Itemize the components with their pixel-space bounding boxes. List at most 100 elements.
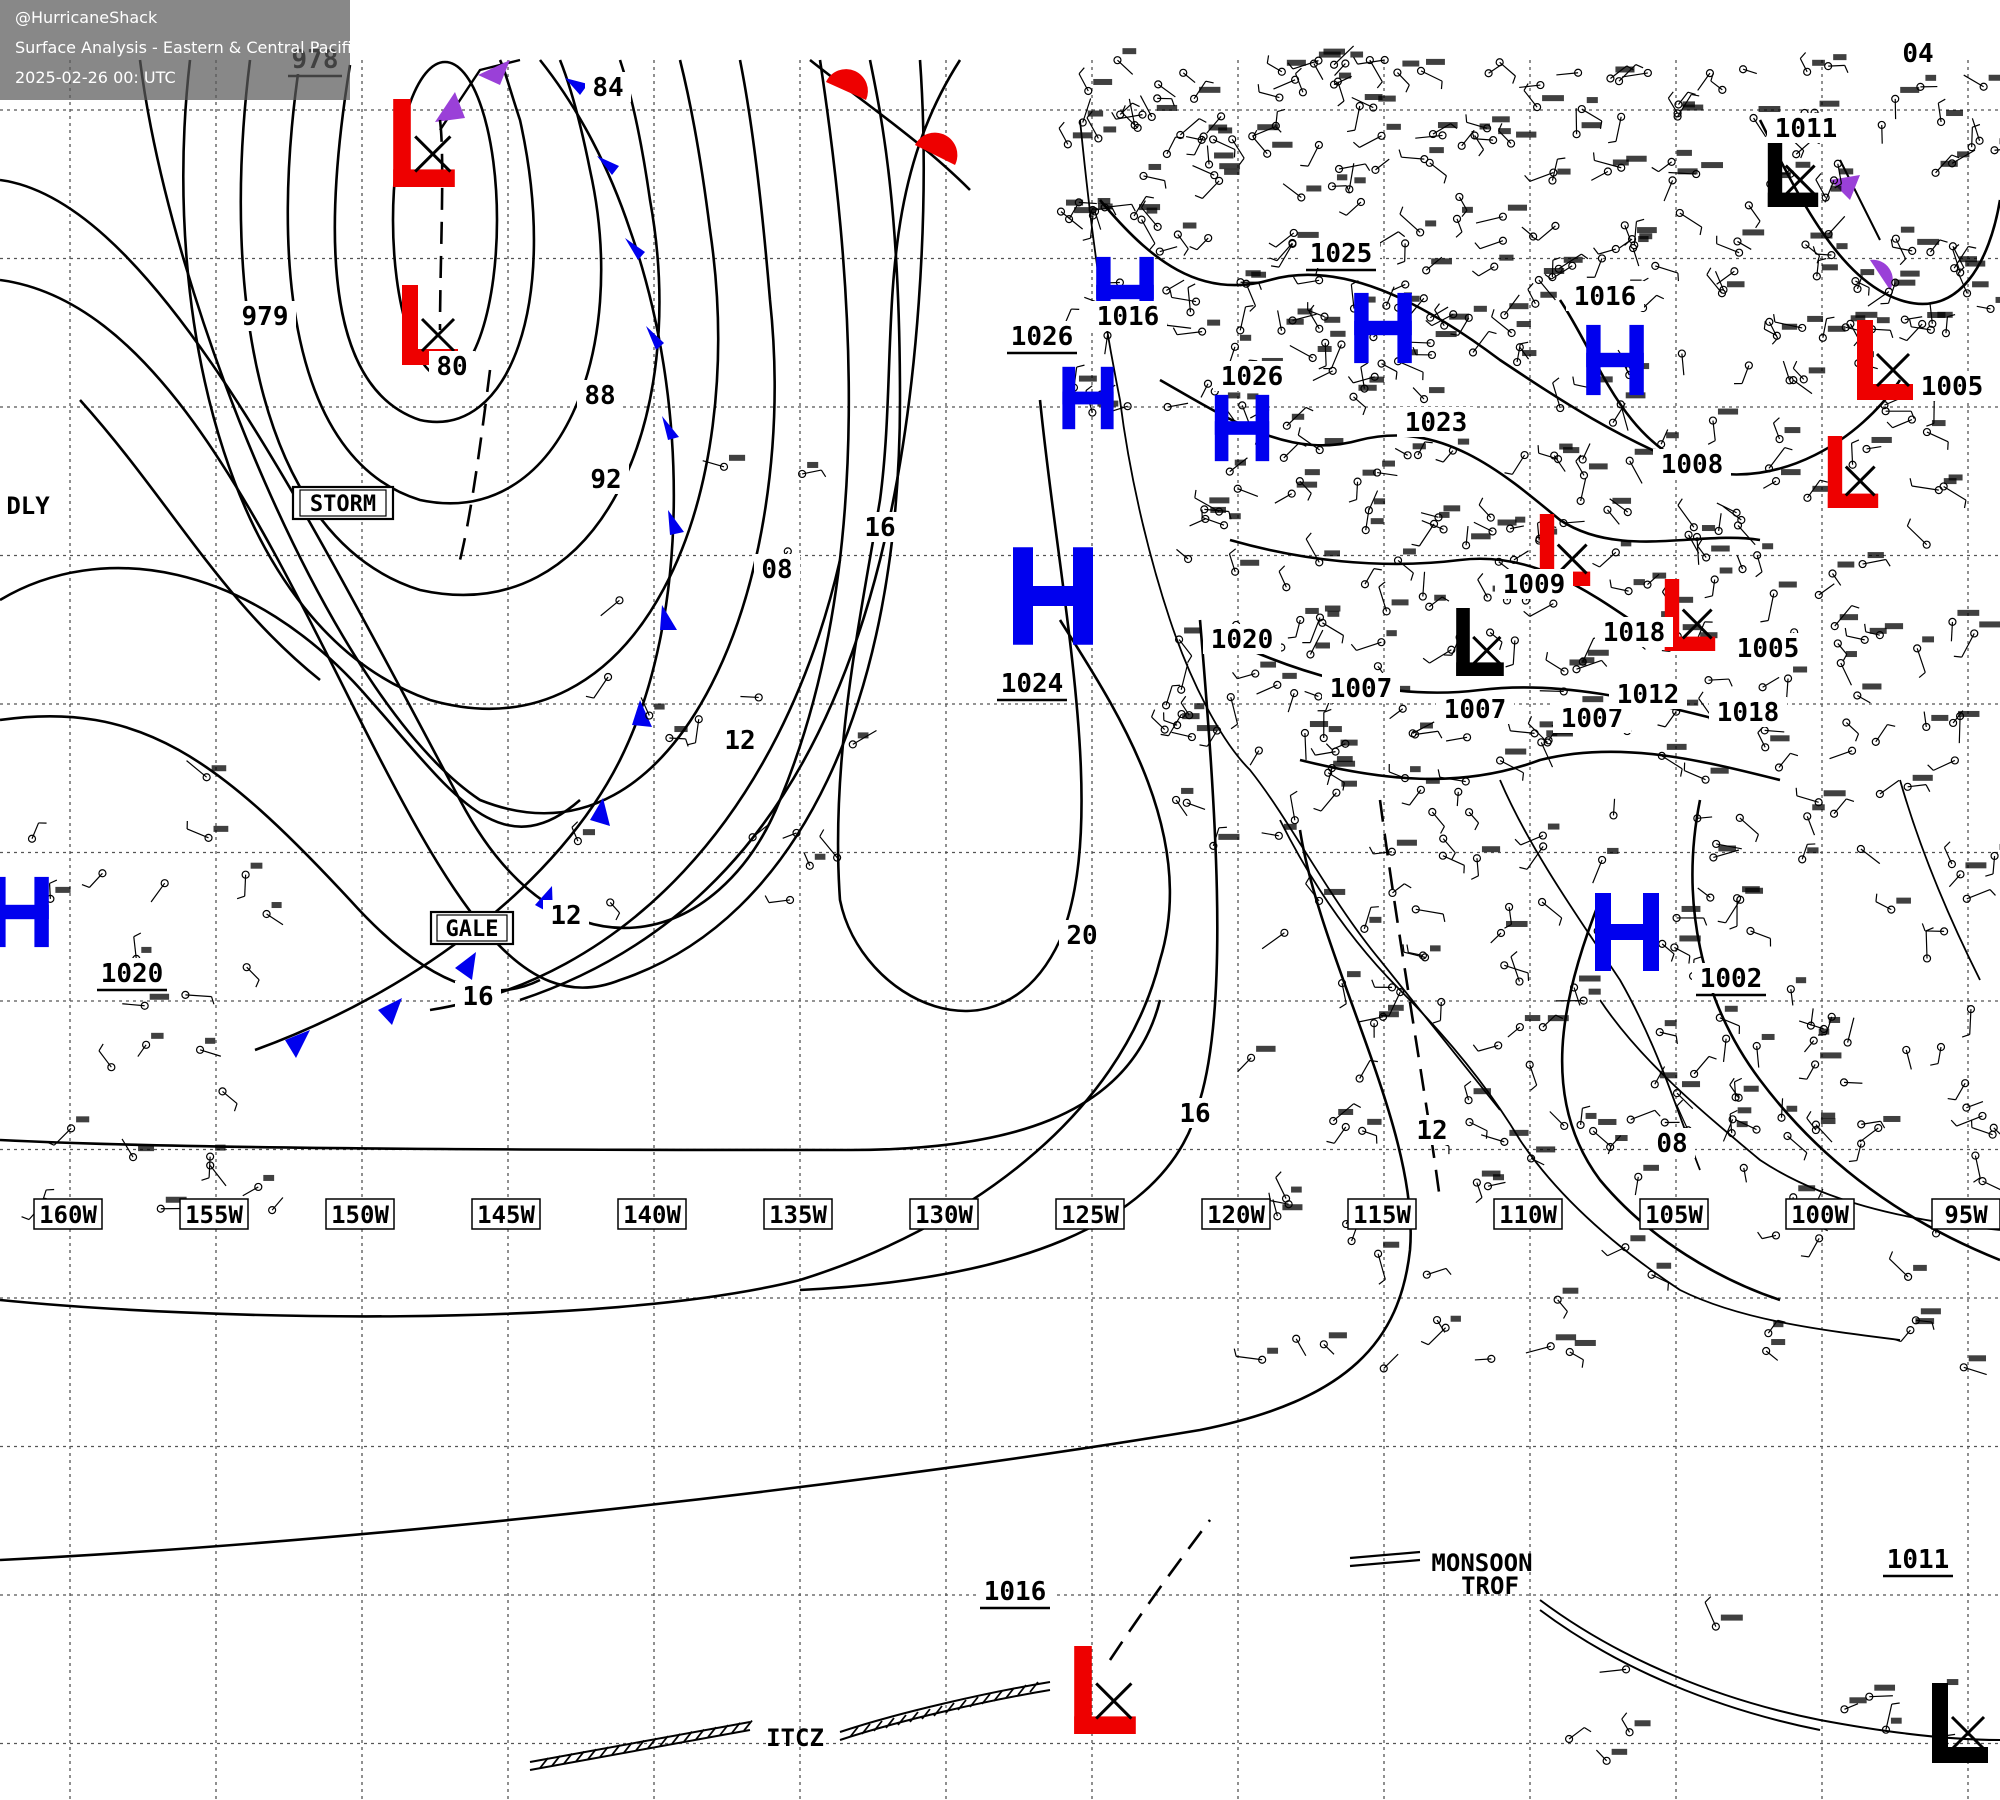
svg-text:1018: 1018: [1717, 698, 1780, 728]
svg-text:20: 20: [1066, 921, 1097, 951]
longitude-label: 130W: [909, 1198, 979, 1230]
handle-text: @HurricaneShack: [15, 8, 158, 27]
isobar-label: 1007: [1436, 694, 1514, 725]
watermark-panel: @HurricaneShack Surface Analysis - Easte…: [0, 0, 417, 100]
isobar-label: 1018: [1709, 697, 1787, 728]
isobar-label: 04: [1895, 38, 1941, 69]
svg-text:1002: 1002: [1700, 964, 1763, 994]
svg-text:115W: 115W: [1353, 1201, 1411, 1229]
svg-text:1005: 1005: [1921, 372, 1984, 402]
svg-text:145W: 145W: [477, 1201, 535, 1229]
isobar-label: 16: [455, 981, 501, 1012]
svg-text:125W: 125W: [1061, 1201, 1119, 1229]
isobar-label: 12: [1409, 1115, 1455, 1146]
longitude-label: 115W: [1347, 1198, 1417, 1230]
longitude-label: 100W: [1785, 1198, 1855, 1230]
isobar-label: 16: [1172, 1098, 1218, 1129]
isobar-label: 1007: [1322, 673, 1400, 704]
svg-text:12: 12: [550, 901, 581, 931]
svg-text:95W: 95W: [1944, 1201, 1988, 1229]
isobar-label: 1026: [1213, 361, 1291, 392]
svg-text:110W: 110W: [1499, 1201, 1557, 1229]
longitude-label: 155W: [179, 1198, 249, 1230]
svg-text:1011: 1011: [1887, 1545, 1950, 1575]
isobar-label: 80: [429, 351, 475, 382]
isobar-label: 1012: [1609, 679, 1687, 710]
isobar-label: 88: [577, 380, 623, 411]
map-text-label: ITCZ: [766, 1724, 824, 1752]
svg-text:1020: 1020: [101, 959, 164, 989]
isobar-label: 979: [234, 301, 296, 332]
svg-text:1011: 1011: [1775, 114, 1838, 144]
svg-text:04: 04: [1902, 39, 1933, 69]
isobar-label: 1009: [1495, 569, 1573, 600]
isobar-label: 1020: [93, 958, 171, 992]
isobar-label: 08: [754, 554, 800, 585]
isobar-label: 1005: [1913, 371, 1991, 402]
svg-text:1007: 1007: [1330, 674, 1393, 704]
svg-text:1016: 1016: [1097, 302, 1160, 332]
svg-text:1005: 1005: [1737, 634, 1800, 664]
longitude-label: 110W: [1493, 1198, 1563, 1230]
isobar-label: 1025: [1302, 238, 1380, 272]
longitude-label: 160W: [33, 1198, 103, 1230]
svg-text:88: 88: [584, 381, 615, 411]
svg-text:140W: 140W: [623, 1201, 681, 1229]
warning-box-label: STORM: [310, 492, 376, 517]
longitude-label: 140W: [617, 1198, 687, 1230]
svg-text:1016: 1016: [984, 1577, 1047, 1607]
svg-text:80: 80: [436, 352, 467, 382]
timestamp: 2025-02-26 00: UTC: [15, 68, 176, 87]
svg-text:1007: 1007: [1444, 695, 1507, 725]
isobar-label: 1016: [976, 1576, 1054, 1610]
svg-text:16: 16: [462, 982, 493, 1012]
svg-text:135W: 135W: [769, 1201, 827, 1229]
isobar-label: 1002: [1692, 963, 1770, 997]
svg-text:12: 12: [1416, 1116, 1447, 1146]
svg-text:130W: 130W: [915, 1201, 973, 1229]
longitude-label: 120W: [1201, 1198, 1271, 1230]
isobar-label: 1018: [1595, 617, 1673, 648]
svg-text:1025: 1025: [1310, 239, 1373, 269]
isobar-label: 1024: [993, 668, 1071, 702]
svg-text:12: 12: [724, 726, 755, 756]
isobar-label: 1020: [1203, 624, 1281, 655]
svg-text:120W: 120W: [1207, 1201, 1265, 1229]
svg-text:979: 979: [242, 302, 289, 332]
svg-text:150W: 150W: [331, 1201, 389, 1229]
isobar-label: 1011: [1767, 113, 1845, 144]
longitude-label: 125W: [1055, 1198, 1125, 1230]
svg-text:1023: 1023: [1405, 408, 1468, 438]
svg-text:155W: 155W: [185, 1201, 243, 1229]
isobar-label: 08: [1649, 1128, 1695, 1159]
chart-title: Surface Analysis - Eastern & Central Pac…: [15, 38, 417, 57]
longitude-label: 95W: [1931, 1198, 2000, 1230]
isobar-label: 1008: [1653, 449, 1731, 480]
svg-text:100W: 100W: [1791, 1201, 1849, 1229]
isobar-label: 16: [857, 512, 903, 543]
svg-text:1020: 1020: [1211, 625, 1274, 655]
warning-box-label: GALE: [446, 917, 499, 942]
map-text-label: DLY: [6, 492, 50, 520]
longitude-label: 145W: [471, 1198, 541, 1230]
isobar-label: 1023: [1397, 407, 1475, 438]
svg-text:1018: 1018: [1603, 618, 1666, 648]
isobar-label: 1005: [1729, 633, 1807, 664]
map-text-label: TROF: [1461, 1572, 1519, 1600]
isobar-label: 92: [583, 464, 629, 495]
isobar-label: 1016: [1089, 301, 1167, 332]
svg-text:08: 08: [1656, 1129, 1687, 1159]
isobar-label: 1026: [1003, 321, 1081, 355]
svg-text:92: 92: [590, 465, 621, 495]
longitude-label: 105W: [1639, 1198, 1709, 1230]
svg-text:84: 84: [592, 73, 623, 103]
svg-text:1009: 1009: [1503, 570, 1566, 600]
surface-analysis-map: 9789798084889208161212162016120810201024…: [0, 0, 2000, 1800]
svg-text:1024: 1024: [1001, 669, 1064, 699]
isobar-label: 1011: [1879, 1544, 1957, 1578]
longitude-label: 150W: [325, 1198, 395, 1230]
svg-text:16: 16: [1179, 1099, 1210, 1129]
isobar-label: 20: [1059, 920, 1105, 951]
svg-text:16: 16: [864, 513, 895, 543]
svg-text:08: 08: [761, 555, 792, 585]
